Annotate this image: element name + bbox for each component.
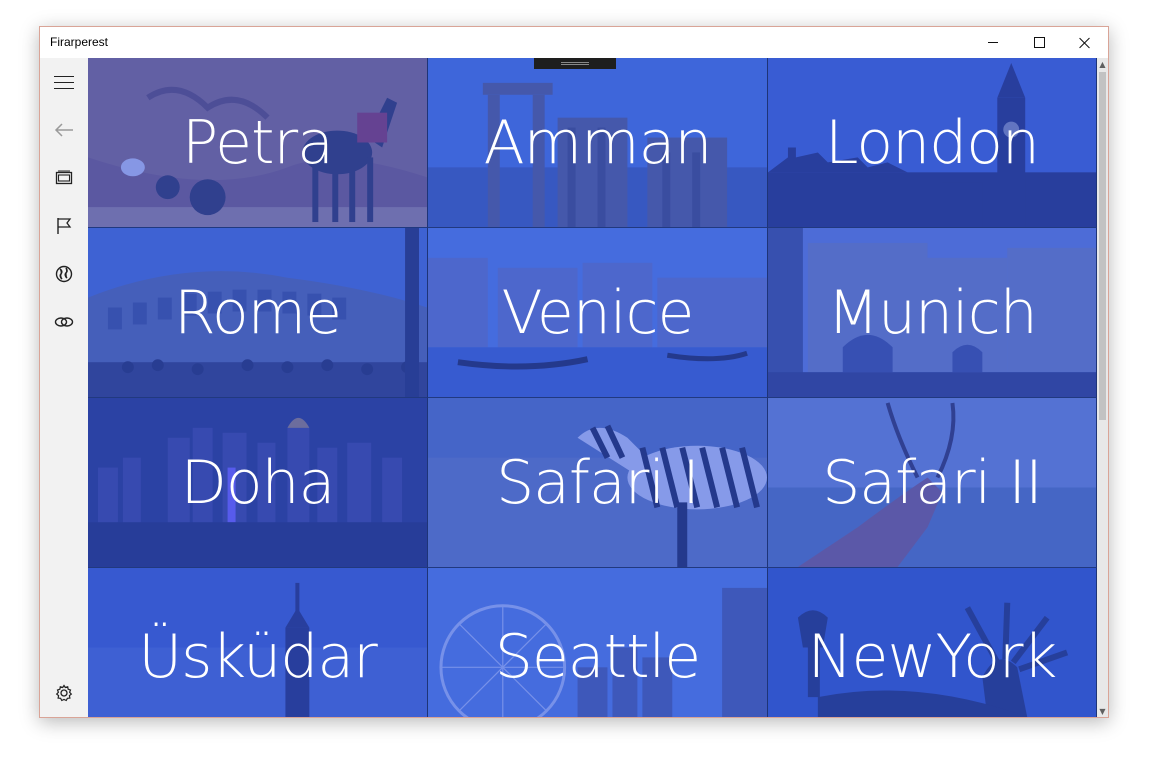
minimize-icon <box>988 42 998 43</box>
vertical-scrollbar[interactable]: ▲ ▼ <box>1097 58 1108 717</box>
tile-safari-2[interactable]: Safari II <box>768 398 1097 568</box>
minimize-button[interactable] <box>970 27 1016 58</box>
close-button[interactable] <box>1062 27 1108 58</box>
tile-label: Üsküdar <box>138 622 378 693</box>
maximize-icon <box>1033 37 1045 48</box>
sidebar-item-globe[interactable] <box>44 254 84 294</box>
maximize-button[interactable] <box>1016 27 1062 58</box>
link-icon <box>54 317 74 327</box>
window-title: Firarperest <box>50 35 109 49</box>
drag-handle[interactable] <box>534 58 616 69</box>
tile-label: Safari I <box>496 447 700 518</box>
scrollbar-thumb[interactable] <box>1099 72 1106 420</box>
tile-label: Venice <box>501 277 695 348</box>
tile-label: Rome <box>173 277 342 348</box>
title-bar[interactable]: Firarperest <box>40 27 1108 58</box>
back-arrow-icon <box>54 123 73 137</box>
scroll-down-icon[interactable]: ▼ <box>1097 705 1108 717</box>
tile-seattle[interactable]: Seattle <box>428 568 768 717</box>
tile-uskudar[interactable]: Üsküdar <box>88 568 428 717</box>
tile-label: London <box>825 107 1040 178</box>
sidebar <box>40 58 88 717</box>
tile-doha[interactable]: Doha <box>88 398 428 568</box>
globe-icon <box>55 265 73 283</box>
tile-label: Amman <box>483 107 713 178</box>
sidebar-item-link[interactable] <box>44 302 84 342</box>
sidebar-item-gallery[interactable] <box>44 158 84 198</box>
app-window: Firarperest Petra Amman London Rome Veni… <box>39 26 1109 718</box>
gallery-icon <box>55 170 73 185</box>
tile-rome[interactable]: Rome <box>88 228 428 398</box>
flag-icon <box>57 218 72 234</box>
content-area: Petra Amman London Rome Venice Munich Do… <box>88 58 1108 717</box>
settings-icon <box>55 684 73 702</box>
hamburger-menu-icon <box>54 75 74 89</box>
tile-label: Munich <box>827 277 1038 348</box>
tile-label: Doha <box>180 447 336 518</box>
tile-london[interactable]: London <box>768 58 1097 228</box>
tile-label: NewYork <box>807 622 1058 693</box>
city-tile-grid: Petra Amman London Rome Venice Munich Do… <box>88 58 1097 717</box>
close-icon <box>1079 37 1091 49</box>
tile-venice[interactable]: Venice <box>428 228 768 398</box>
settings-button[interactable] <box>44 673 84 713</box>
tile-munich[interactable]: Munich <box>768 228 1097 398</box>
tile-petra[interactable]: Petra <box>88 58 428 228</box>
hamburger-menu-button[interactable] <box>44 62 84 102</box>
tile-label: Seattle <box>494 622 701 693</box>
tile-new-york[interactable]: NewYork <box>768 568 1097 717</box>
tile-label: Safari II <box>822 447 1043 518</box>
tile-label: Petra <box>182 107 334 178</box>
sidebar-item-flag[interactable] <box>44 206 84 246</box>
back-button[interactable] <box>44 110 84 150</box>
scroll-up-icon[interactable]: ▲ <box>1097 58 1108 70</box>
tile-safari-1[interactable]: Safari I <box>428 398 768 568</box>
tile-amman[interactable]: Amman <box>428 58 768 228</box>
